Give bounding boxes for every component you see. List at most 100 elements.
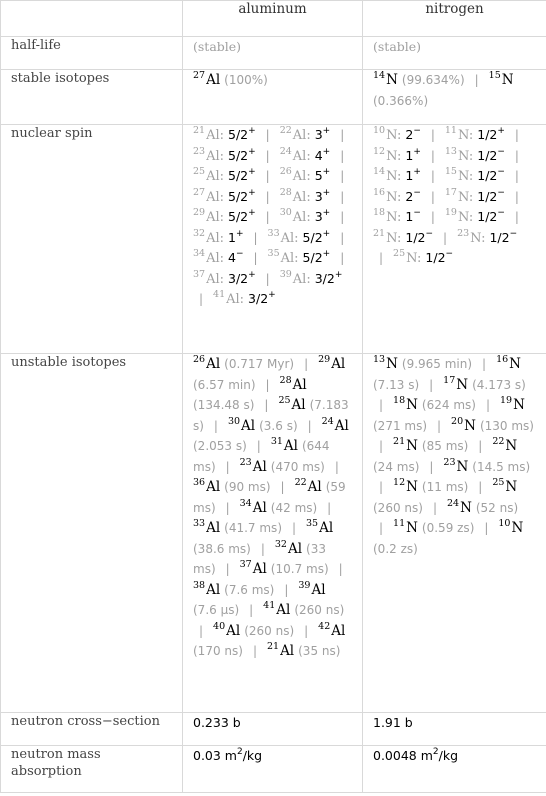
mass-number: 28 (279, 186, 292, 198)
isotope-item: 23N (14.5 ms) (443, 456, 530, 475)
nuclear-spin-aluminum: 21Al: 5/2+ | 22Al: 3+ | 23Al: 5/2+ | 24A… (182, 124, 363, 354)
isotope-symbol: 24Al (321, 415, 349, 434)
mass-number: 31 (270, 436, 283, 447)
isotope-symbol: 23N (443, 456, 469, 475)
separator: | (443, 230, 448, 245)
parity: − (413, 126, 421, 136)
separator: | (291, 521, 297, 535)
parity: − (509, 228, 518, 239)
mass-number: 10 (373, 125, 386, 136)
mass-number: 25 (393, 248, 406, 259)
isotope-symbol: 29Al: (193, 207, 225, 225)
isotope-symbol: 21Al (266, 641, 295, 659)
separator: | (265, 377, 270, 392)
spin-value: 1+ (228, 228, 244, 245)
mass-number: 39 (279, 268, 292, 280)
half-life-value: (260 ns) (244, 623, 295, 638)
mass-number: 27 (193, 186, 206, 198)
spin-value: 1/2− (477, 187, 505, 204)
mass-number: 29 (193, 207, 206, 218)
isotope-item: 17N (4.173 s) (443, 375, 526, 392)
parity: + (248, 269, 256, 280)
parity: − (445, 249, 454, 259)
half-life-value: (11 ms) (421, 480, 469, 494)
mass-number: 11 (444, 125, 457, 136)
mass-number: 18 (393, 395, 406, 406)
isotope-symbol: 42Al (318, 620, 346, 639)
isotope-item: 32Al: 1+ (193, 227, 244, 246)
isotope-symbol: 31Al (270, 436, 298, 454)
half-life-value: (3.6 s) (259, 418, 298, 433)
mass-number: 33 (267, 227, 280, 239)
spin-value: 1+ (405, 167, 421, 184)
mass-number: 28 (279, 374, 292, 386)
unstable-isotopes-nitrogen: 13N (9.965 min) | 16N (7.13 s) | 17N (4.… (362, 353, 546, 713)
separator: | (340, 210, 345, 224)
half-life-value: (7.6 μs) (193, 603, 240, 617)
separator: | (225, 500, 230, 515)
mass-number: 34 (239, 497, 252, 509)
separator: | (430, 189, 435, 204)
isotope-symbol: 16N (496, 354, 521, 372)
isotope-symbol: 35Al: (267, 248, 299, 266)
table-row-nuclear-spin: nuclear spin 21Al: 5/2+ | 22Al: 3+ | 23A… (0, 124, 546, 354)
parity: + (413, 146, 421, 157)
separator: | (514, 189, 519, 204)
isotope-symbol: 18N: (373, 207, 402, 225)
isotope-symbol: 26Al (193, 354, 221, 372)
separator: | (265, 169, 270, 183)
isotope-item: 33Al (41.7 ms) (193, 518, 282, 536)
mass-number: 25 (193, 166, 206, 177)
isotope-symbol: 10N (498, 518, 524, 536)
mass-number: 30 (227, 415, 241, 427)
parity: + (322, 208, 331, 218)
separator: | (304, 357, 309, 371)
spin-value: 3+ (314, 187, 331, 204)
isotope-symbol: 13N: (444, 145, 474, 164)
isotope-symbol: 25N: (393, 248, 422, 266)
row-label-unstable-isotopes: unstable isotopes (0, 353, 183, 713)
half-life-value: (4.173 s) (472, 377, 526, 392)
mass-number: 22 (492, 436, 505, 447)
isotope-symbol: 16N: (373, 186, 402, 205)
mass-number: 14 (373, 70, 386, 81)
half-life-value: (130 ms) (479, 418, 534, 433)
isotope-item: 29Al: 5/2+ (193, 207, 256, 225)
mass-number: 37 (239, 559, 252, 570)
separator: | (199, 623, 204, 638)
isotope-symbol: 39Al: (279, 268, 311, 287)
isotope-symbol: 32Al: (193, 227, 225, 246)
separator: | (338, 562, 343, 576)
half-life-value: (0.2 zs) (373, 541, 418, 556)
isotope-symbol: 22N (492, 436, 518, 454)
isotope-symbol: 38Al (193, 579, 221, 598)
abundance: (99.634%) (401, 73, 465, 87)
isotope-item: 14N (99.634%) (373, 70, 465, 88)
parity: + (322, 228, 331, 239)
isotope-item: 26Al: 5+ (280, 167, 331, 184)
mass-number: 30 (279, 207, 292, 218)
mass-number: 23 (193, 145, 206, 157)
isotope-item: 16N: 2− (373, 186, 421, 205)
parity: + (334, 269, 343, 280)
isotope-item: 23Al: 5/2+ (193, 145, 256, 164)
mass-number: 39 (298, 579, 311, 591)
spin-value: 5/2+ (228, 126, 256, 143)
isotope-symbol: 25Al (278, 395, 306, 413)
mass-number: 13 (373, 354, 386, 365)
parity: + (248, 208, 256, 218)
isotope-item: 18N (624 ms) (393, 395, 476, 413)
parity: + (248, 126, 256, 136)
separator: | (265, 189, 270, 204)
isotope-item: 17N: 1/2− (445, 187, 505, 204)
isotope-symbol: 23Al: (193, 145, 225, 164)
mass-number: 21 (193, 125, 206, 136)
mass-number: 19 (444, 207, 457, 218)
half-life-value: (0.717 Myr) (224, 357, 295, 371)
isotope-symbol: 37Al (239, 559, 267, 577)
isotope-symbol: 33Al (193, 518, 221, 536)
spin-value: 1− (405, 208, 421, 225)
separator: | (514, 128, 519, 142)
isotope-symbol: 28Al: (279, 186, 311, 205)
isotope-item: 11N: 1/2+ (444, 125, 505, 143)
